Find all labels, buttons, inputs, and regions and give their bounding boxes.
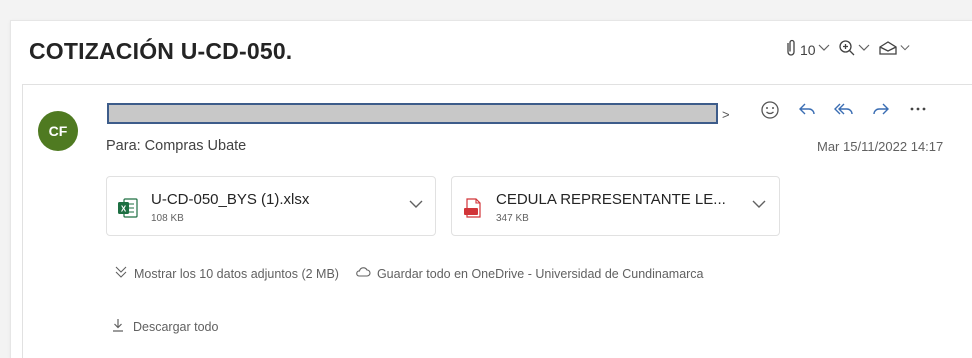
attachment-links: Mostrar los 10 datos adjuntos (2 MB) Gua… [114,265,704,282]
more-actions-button[interactable] [906,100,930,125]
paperclip-icon [784,39,798,60]
download-icon [112,318,124,335]
save-to-onedrive-link[interactable]: Guardar todo en OneDrive - Universidad d… [355,266,704,281]
attachments-count-button[interactable]: 10 [784,39,830,60]
avatar[interactable]: CF [38,111,78,151]
attachment-card[interactable]: X U-CD-050_BYS (1).xlsx 108 KB [106,176,436,236]
show-all-label: Mostrar los 10 datos adjuntos (2 MB) [134,266,339,281]
download-all-link[interactable]: Descargar todo [112,318,218,335]
to-line: Para: Compras Ubate [106,138,247,154]
message-actions [758,100,930,125]
chevron-down-icon [818,44,830,55]
zoom-in-icon [838,39,856,60]
envelope-open-icon [878,40,898,59]
sender-expand-icon[interactable]: > [722,107,730,122]
mark-read-button[interactable] [878,40,910,59]
zoom-button[interactable] [838,39,870,60]
chevron-down-icon [858,44,870,55]
chevron-down-icon[interactable] [752,196,766,212]
forward-button[interactable] [869,100,893,125]
attachments-count: 10 [800,41,816,58]
reply-all-button[interactable] [832,100,856,125]
attachment-size: 347 KB [496,213,529,224]
svg-text:X: X [121,205,127,214]
email-subject: COTIZACIÓN U-CD-050. [29,38,293,64]
cloud-icon [355,266,371,281]
show-all-attachments-link[interactable]: Mostrar los 10 datos adjuntos (2 MB) [114,265,339,282]
excel-file-icon: X [117,197,139,224]
attachment-size: 108 KB [151,213,184,224]
attachment-name: CEDULA REPRESENTANTE LE... [496,191,726,208]
chevron-down-icon [900,44,910,55]
reply-button[interactable] [795,100,819,125]
subject-toolbar: 10 [784,39,910,60]
sender-redacted[interactable] [107,103,718,124]
attachment-name: U-CD-050_BYS (1).xlsx [151,191,310,208]
download-all-label: Descargar todo [133,319,219,334]
top-strip [0,0,972,10]
avatar-initials: CF [48,123,68,139]
attachment-card[interactable]: CEDULA REPRESENTANTE LE... 347 KB [451,176,780,236]
chevron-down-icon[interactable] [409,196,423,212]
sent-date: Mar 15/11/2022 14:17 [817,139,944,154]
double-chevron-down-icon [114,265,128,282]
save-onedrive-label: Guardar todo en OneDrive - Universidad d… [376,266,704,281]
pdf-file-icon [462,197,484,224]
emoji-reaction-button[interactable] [758,100,782,125]
